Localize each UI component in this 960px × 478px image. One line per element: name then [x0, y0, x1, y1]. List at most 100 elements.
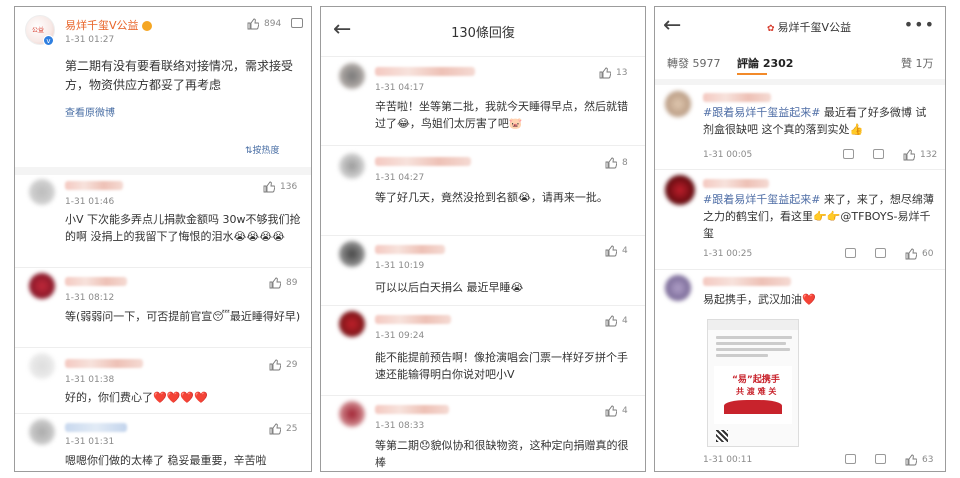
reply-like-button[interactable]: 8 [605, 157, 628, 169]
back-arrow-icon[interactable]: ← [663, 13, 681, 38]
share-icon[interactable] [843, 149, 854, 159]
reply-text: 可以以后白天捐么 最近早睡😭 [375, 281, 524, 294]
avatar[interactable] [339, 311, 365, 337]
author-name-text: 易烊千玺V公益 [65, 19, 139, 32]
like-count: 25 [286, 424, 298, 434]
avatar[interactable] [29, 353, 55, 379]
thumb-up-icon [269, 277, 281, 289]
reply-time: 1-31 09:24 [375, 331, 425, 341]
comment-like-button[interactable]: 29 [269, 359, 297, 371]
divider [321, 305, 645, 306]
comment-text: 好的，你们费心了❤️❤️❤️❤️ [65, 391, 208, 404]
reply-like-button[interactable]: 4 [605, 405, 628, 417]
comment-time: 1-31 00:11 [703, 455, 753, 465]
image-text-line [716, 354, 768, 357]
hashtag-link[interactable]: #跟着易烊千玺益起来# [703, 106, 820, 119]
avatar[interactable] [339, 241, 365, 267]
sort-by-heat-button[interactable]: ⇅按热度 [245, 143, 280, 156]
view-original-link[interactable]: 查看原微博 [65, 104, 115, 119]
reply-time: 1-31 04:27 [375, 173, 425, 183]
blurred-username[interactable] [703, 179, 769, 188]
tab-like[interactable]: 贊 1万 [901, 55, 934, 71]
blurred-username[interactable] [65, 277, 127, 286]
comment-time: 1-31 00:25 [703, 249, 753, 259]
blurred-username[interactable] [703, 277, 791, 286]
poster: “易”起携手 共 渡 难 关 [714, 366, 792, 424]
comment-like-button[interactable]: 25 [269, 423, 297, 435]
more-options-icon[interactable]: ••• [904, 15, 935, 34]
thumb-up-icon [903, 149, 915, 161]
share-icon[interactable] [845, 454, 856, 464]
tab-comment[interactable]: 評論 2302 [737, 55, 793, 71]
avatar[interactable] [29, 419, 55, 445]
attached-image[interactable]: “易”起携手 共 渡 难 关 [707, 319, 799, 447]
divider [655, 269, 945, 270]
blurred-username[interactable] [375, 157, 471, 166]
reply-icon[interactable] [875, 248, 886, 258]
sort-icon: ⇅ [245, 146, 253, 156]
reply-text: 能不能提前预告啊！像抢演唱会门票一样好歹拼个手速还能输得明白你说对吧小V [375, 351, 628, 381]
comment-like-button[interactable]: 132 [903, 149, 937, 161]
post-like-button[interactable]: 894 [247, 18, 281, 30]
blurred-username[interactable] [65, 423, 127, 432]
blurred-username[interactable] [65, 181, 123, 190]
thumb-up-icon [605, 245, 617, 257]
like-count: 63 [922, 455, 934, 465]
comment-text: 等(弱弱问一下，可否提前官宣😴最近睡得好早) [65, 310, 301, 323]
divider [321, 395, 645, 396]
account-title-text: 易烊千玺V公益 [777, 21, 852, 34]
blurred-username[interactable] [375, 315, 451, 324]
comment-like-button[interactable]: 89 [269, 277, 297, 289]
share-icon[interactable] [845, 248, 856, 258]
avatar[interactable] [29, 273, 55, 299]
blurred-username[interactable] [375, 405, 449, 414]
avatar[interactable] [665, 91, 691, 117]
blurred-username[interactable] [65, 359, 143, 368]
like-count: 29 [286, 360, 298, 370]
avatar[interactable] [339, 63, 365, 89]
reply-like-button[interactable]: 4 [605, 315, 628, 327]
divider [15, 413, 311, 414]
divider [321, 145, 645, 146]
poster-headline: “易”起携手 [732, 375, 780, 385]
thumb-up-icon [599, 67, 611, 79]
like-count: 8 [622, 158, 628, 168]
comment-text: 嗯嗯你们做的太棒了 稳妥最重要，辛苦啦 [65, 454, 267, 467]
divider [321, 235, 645, 236]
author-name[interactable]: 易烊千玺V公益 [65, 17, 152, 33]
blurred-username[interactable] [375, 67, 475, 76]
reply-like-button[interactable]: 4 [605, 245, 628, 257]
comment-like-button[interactable]: 136 [263, 181, 297, 193]
charity-logo-icon: ✿ [767, 24, 775, 34]
like-count: 4 [622, 406, 628, 416]
avatar[interactable] [665, 175, 695, 205]
like-count: 4 [622, 246, 628, 256]
comment-text: #跟着易烊千玺益起来# 来了，来了，想尽绵薄之力的鹤宝们，看这里👉👉@TFBOY… [703, 191, 937, 242]
reply-icon[interactable] [873, 149, 884, 159]
like-count: 60 [922, 249, 934, 259]
poster-subline: 共 渡 难 关 [736, 387, 777, 396]
comment-time: 1-31 01:31 [65, 437, 115, 447]
tab-repost[interactable]: 轉發 5977 [667, 55, 721, 71]
reply-like-button[interactable]: 13 [599, 67, 627, 79]
blurred-username[interactable] [375, 245, 445, 254]
reply-icon[interactable] [875, 454, 886, 464]
blurred-username[interactable] [703, 93, 771, 102]
avatar[interactable] [339, 401, 365, 427]
account-title[interactable]: ✿ 易烊千玺V公益 [767, 19, 851, 35]
avatar[interactable] [339, 153, 365, 179]
section-divider [15, 167, 311, 175]
post-body: 第二期有没有要看联络对接情况，需求接受方，物资供应方都妥了再考虑 [65, 59, 294, 92]
avatar[interactable] [665, 275, 691, 301]
comment-like-button[interactable]: 60 [905, 248, 933, 260]
comment-like-button[interactable]: 63 [905, 454, 933, 466]
divider [15, 347, 311, 348]
post-time: 1-31 01:27 [65, 35, 115, 45]
qr-code-icon [716, 430, 728, 442]
like-count: 89 [286, 278, 298, 288]
message-icon[interactable] [291, 18, 303, 28]
avatar[interactable] [29, 179, 55, 205]
comment-time: 1-31 01:38 [65, 375, 115, 385]
reply-text: 辛苦啦！坐等第二批，我就今天睡得早点，然后就错过了😂，鸟姐们太厉害了吧🐷 [375, 100, 628, 130]
hashtag-link[interactable]: #跟着易烊千玺益起来# [703, 193, 820, 206]
